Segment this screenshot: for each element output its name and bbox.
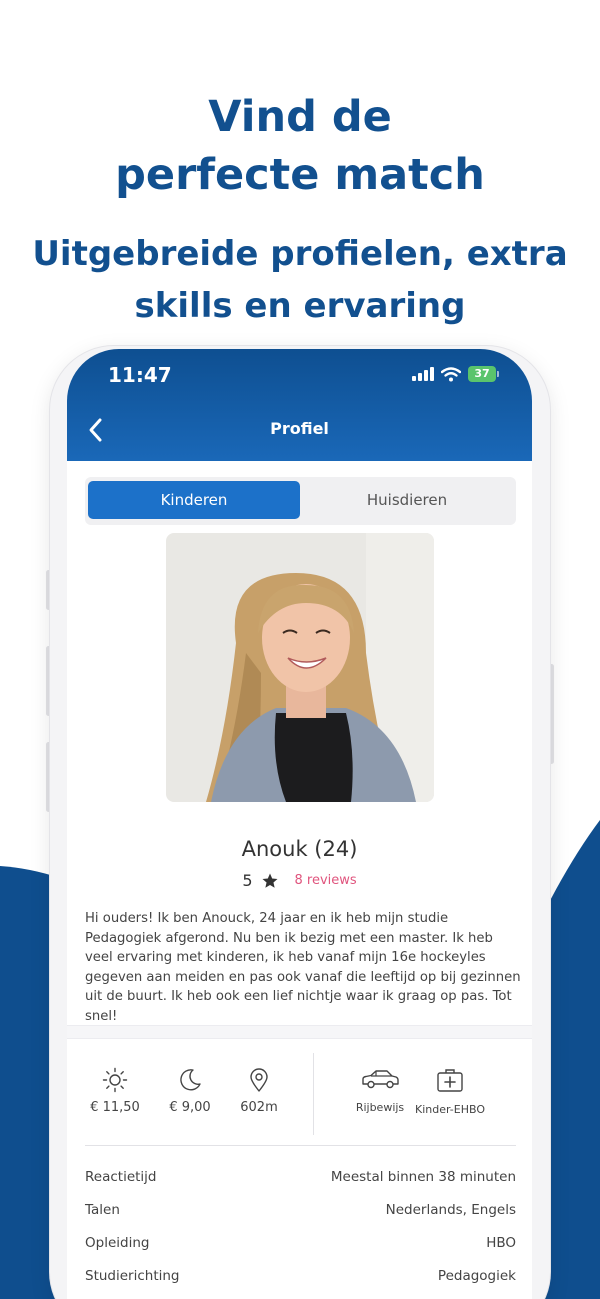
star-icon [262, 873, 277, 888]
profile-photo [166, 533, 434, 802]
profile-photo-image [166, 533, 434, 802]
battery-icon: 37 [468, 366, 499, 382]
detail-label: Studierichting [85, 1268, 180, 1284]
car-icon [362, 1070, 399, 1089]
details-separator [85, 1145, 516, 1146]
detail-row-reactietijd: Reactietijd Meestal binnen 38 minuten [85, 1169, 516, 1185]
profile-bio: Hi ouders! Ik ben Anouck, 24 jaar en ik … [85, 911, 521, 1024]
detail-value: Meestal binnen 38 minuten [330, 1169, 516, 1185]
wifi-icon [441, 366, 461, 381]
sun-icon [102, 1067, 128, 1093]
feature-first-aid: Kinder-EHBO [410, 1067, 490, 1116]
detail-row-studierichting: Studierichting Pedagogiek [85, 1268, 516, 1284]
detail-value: HBO [486, 1235, 516, 1251]
license-label: Rijbewijs [355, 1101, 405, 1114]
promo-headline-line1: Vind de [208, 92, 392, 142]
tab-kinderen[interactable]: Kinderen [88, 481, 300, 519]
night-rate-label: € 9,00 [169, 1100, 211, 1115]
status-time: 11:47 [108, 363, 172, 387]
promo-subline-line1: Uitgebreide profielen, extra [32, 234, 568, 274]
day-rate-label: € 11,50 [90, 1100, 140, 1115]
battery-level: 37 [468, 366, 496, 382]
signal-icon [412, 367, 434, 381]
rating-value: 5 [242, 871, 253, 890]
tab-huisdieren[interactable]: Huisdieren [301, 481, 513, 519]
first-aid-label: Kinder-EHBO [414, 1103, 485, 1116]
feature-license: Rijbewijs [345, 1067, 415, 1114]
reviews-link[interactable]: 8 reviews [295, 873, 357, 888]
detail-label: Opleiding [85, 1235, 150, 1251]
promo-headline-line2: perfecte match [115, 150, 485, 200]
page-title: Profiel [270, 419, 329, 438]
detail-value: Nederlands, Engels [385, 1202, 516, 1218]
features-row: € 11,50 € 9,00 602m Rijbewijs Kinder-EHB… [67, 1049, 532, 1139]
detail-value: Pedagogiek [437, 1268, 516, 1284]
detail-label: Talen [85, 1202, 120, 1218]
feature-day-rate: € 11,50 [80, 1067, 150, 1115]
features-separator [313, 1053, 314, 1135]
header-bar: 11:47 37 Profiel [67, 349, 532, 461]
segmented-control: Kinderen Huisdieren [85, 477, 516, 525]
distance-label: 602m [240, 1100, 278, 1115]
section-divider [67, 1025, 532, 1039]
phone-screen: 11:47 37 Profiel Kinderen Huisdieren Ano… [67, 349, 532, 1299]
profile-name: Anouk (24) [241, 837, 358, 861]
detail-row-talen: Talen Nederlands, Engels [85, 1202, 516, 1218]
location-pin-icon [250, 1068, 268, 1092]
feature-night-rate: € 9,00 [155, 1067, 225, 1115]
detail-row-opleiding: Opleiding HBO [85, 1235, 516, 1251]
status-icons: 37 [412, 366, 499, 382]
detail-label: Reactietijd [85, 1169, 157, 1185]
feature-distance: 602m [224, 1067, 294, 1115]
promo-subline: Uitgebreide profielen, extra skills en e… [0, 228, 600, 332]
moon-icon [180, 1069, 201, 1091]
promo-subline-line2: skills en ervaring [134, 286, 466, 326]
promo-headline: Vind de perfecte match [0, 88, 600, 204]
rating-row: 5 8 reviews [67, 871, 532, 890]
first-aid-kit-icon [437, 1069, 463, 1092]
